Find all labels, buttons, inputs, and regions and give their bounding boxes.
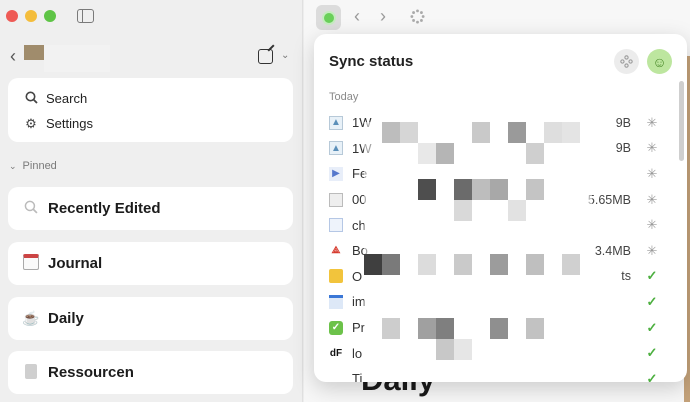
- pdf-file-icon: ⟁: [329, 243, 343, 258]
- smiley-icon[interactable]: ☺: [647, 49, 672, 74]
- checkmark-icon: ✓: [646, 319, 658, 335]
- checkmark-icon: ✓: [646, 293, 658, 309]
- archive-file-icon: [329, 192, 343, 207]
- sync-settings-button[interactable]: [614, 49, 639, 74]
- zoom-window-button[interactable]: [44, 10, 56, 22]
- minimize-window-button[interactable]: [25, 10, 37, 22]
- pinned-item-ressourcen[interactable]: Ressourcen: [8, 351, 293, 394]
- file-name: Ti: [352, 371, 363, 382]
- file-size: 3.4MB: [594, 243, 631, 258]
- image-file-icon: ▲: [329, 141, 343, 156]
- document-icon: [22, 363, 40, 382]
- document-file-icon: [329, 218, 343, 233]
- file-size: 9B: [615, 115, 631, 130]
- pinned-section-header[interactable]: ⌄ Pinned: [9, 160, 57, 172]
- section-label: Pinned: [22, 160, 57, 172]
- chevron-down-icon: ⌄: [9, 160, 17, 171]
- sidebar-menu: Search ⚙ Settings: [8, 78, 293, 142]
- pinned-item-label: Daily: [48, 310, 84, 327]
- window-controls: [6, 10, 56, 22]
- forward-arrow-icon[interactable]: ›: [380, 6, 386, 27]
- sync-status-popover: Sync status ☺ Today ▲ 1W 9B ✳ ▲ 1W 9B ✳ …: [314, 34, 687, 382]
- syncing-spinner-icon: ✳: [646, 191, 658, 207]
- syncing-spinner-icon: ✳: [646, 165, 658, 181]
- video-file-icon: ▶: [329, 166, 343, 181]
- text-file-icon: [329, 372, 343, 382]
- pinned-item-recently-edited[interactable]: Recently Edited: [8, 187, 293, 230]
- syncing-spinner-icon: ✳: [646, 242, 658, 258]
- pinned-item-label: Recently Edited: [48, 200, 161, 217]
- syncing-spinner-icon: ✳: [646, 114, 658, 130]
- gear-icon: ⚙: [25, 115, 37, 131]
- pinned-item-daily[interactable]: ☕ Daily: [8, 297, 293, 340]
- sidebar-item-search[interactable]: Search: [24, 86, 293, 111]
- pinned-item-label: Ressourcen: [48, 364, 134, 381]
- back-chevron-icon[interactable]: ‹: [10, 47, 16, 65]
- syncing-spinner-icon: ✳: [646, 217, 658, 233]
- chevron-down-icon[interactable]: ⌄: [281, 50, 289, 61]
- sidebar: ‹ ⌄ Search ⚙ Settings ⌄ Pinned Recently …: [0, 0, 303, 402]
- folder-icon: [329, 269, 343, 284]
- coffee-icon: ☕: [22, 310, 40, 326]
- popover-scrollbar[interactable]: [679, 81, 684, 161]
- checkbox-icon: ✓: [329, 320, 343, 335]
- checkmark-icon: ✓: [646, 345, 658, 361]
- pinned-item-journal[interactable]: Journal: [8, 242, 293, 285]
- section-header-today: Today: [329, 91, 359, 103]
- checkmark-icon: ✓: [646, 370, 658, 382]
- checkmark-icon: ✓: [646, 268, 658, 284]
- search-icon: [24, 91, 38, 107]
- activity-spinner-icon[interactable]: [410, 9, 425, 24]
- sync-status-button[interactable]: [316, 5, 341, 30]
- syncing-spinner-icon: ✳: [646, 140, 658, 156]
- new-note-icon[interactable]: [258, 49, 273, 64]
- search-icon: [22, 200, 40, 217]
- network-icon: [620, 55, 633, 68]
- file-size: 5.65MB: [587, 192, 631, 207]
- image-file-icon: ▲: [329, 115, 343, 130]
- popover-title: Sync status: [329, 53, 414, 70]
- close-window-button[interactable]: [6, 10, 18, 22]
- workspace-name-redacted: [44, 45, 110, 72]
- back-arrow-icon[interactable]: ‹: [354, 6, 360, 27]
- web-page-icon: [329, 294, 343, 309]
- calendar-icon: [22, 254, 40, 273]
- workspace-avatar[interactable]: [24, 45, 44, 60]
- logo-file-icon: dF: [329, 347, 343, 359]
- sidebar-item-label: Search: [46, 91, 88, 106]
- sidebar-item-settings[interactable]: ⚙ Settings: [24, 111, 293, 136]
- sidebar-item-label: Settings: [46, 116, 93, 131]
- sync-dot-icon: [323, 12, 334, 23]
- file-size: ts: [621, 269, 631, 284]
- sidebar-toggle-icon[interactable]: [77, 9, 94, 23]
- file-size: 9B: [615, 141, 631, 156]
- pinned-item-label: Journal: [48, 255, 103, 272]
